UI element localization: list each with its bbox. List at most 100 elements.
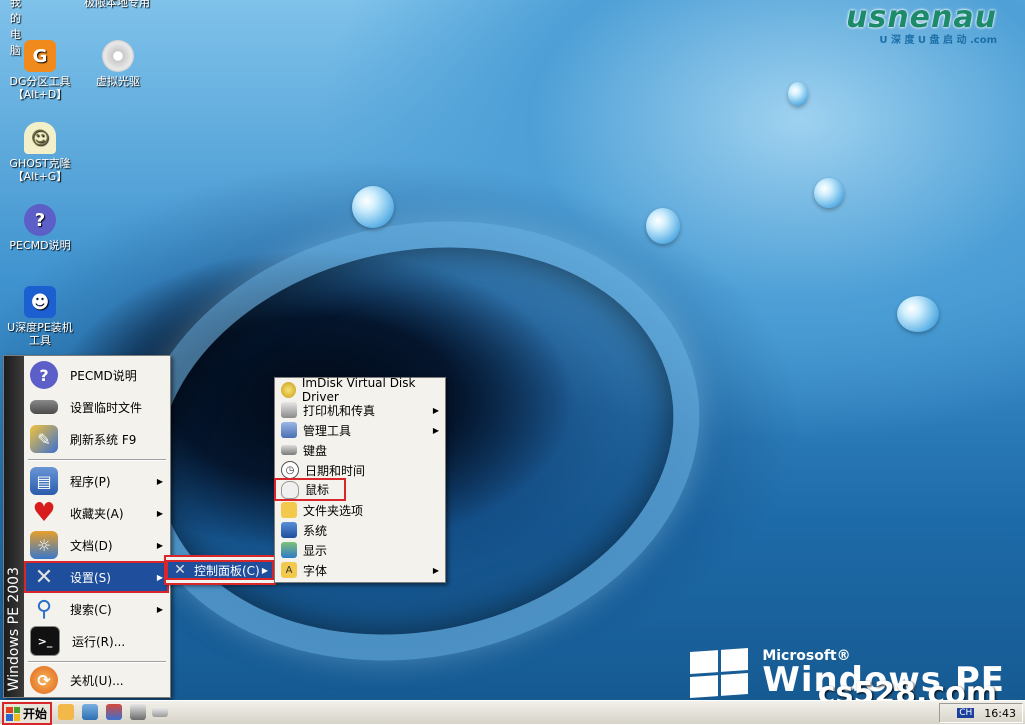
submenu-item-control-panel[interactable]: ✕ 控制面板(C) ▶	[166, 560, 274, 580]
desktop-icon-installer[interactable]: ☻ U深度PE装机 工具	[0, 286, 80, 347]
start-menu-item-label: 刷新系统 F9	[70, 432, 137, 447]
start-menu-item-documents[interactable]: ☼ 文档(D) ▶	[24, 530, 169, 560]
submenu-arrow-icon: ▶	[156, 604, 163, 614]
menu-separator	[28, 661, 166, 663]
desktop-icon-label: GHOST克隆	[9, 157, 71, 170]
desktop-icon-label: DG分区工具	[9, 75, 71, 88]
cp-item-label: 管理工具	[303, 423, 352, 438]
documents-icon: ☼	[30, 531, 58, 559]
tools-icon[interactable]	[106, 704, 122, 720]
printer-icon[interactable]	[130, 704, 146, 720]
local-tool-label[interactable]: 极限本地专用	[84, 0, 150, 10]
cp-item-keyboard[interactable]: 键盘	[275, 440, 445, 460]
admin-tools-icon	[281, 422, 297, 438]
desktop-icon-virtual-cd[interactable]: 虚拟光驱	[78, 40, 158, 88]
start-button[interactable]: 开始	[2, 702, 52, 725]
cp-item-label: 日期和时间	[305, 463, 366, 478]
cp-item-date-time[interactable]: ◷ 日期和时间	[275, 460, 445, 480]
clock-icon: ◷	[281, 461, 299, 479]
cp-item-fonts[interactable]: A 字体 ▶	[275, 560, 445, 580]
help-icon: ?	[30, 361, 58, 389]
cp-item-mouse[interactable]: 鼠标	[274, 478, 346, 501]
cp-item-label: 系统	[303, 523, 328, 538]
cp-item-label: 鼠标	[305, 483, 330, 497]
submenu-arrow-icon: ▶	[432, 405, 439, 415]
start-menu-item-settings[interactable]: ✕ 设置(S) ▶	[24, 561, 169, 593]
start-menu-item-temp-files[interactable]: 设置临时文件	[24, 392, 169, 422]
start-menu-item-label: 文档(D)	[70, 538, 113, 553]
clock[interactable]: 16:43	[984, 707, 1016, 720]
settings-submenu: ✕ 控制面板(C) ▶	[164, 555, 276, 585]
ghost-icon: ☺	[24, 122, 56, 154]
start-menu-item-refresh[interactable]: ✎ 刷新系统 F9	[24, 424, 169, 454]
cp-item-printers[interactable]: 打印机和传真 ▶	[275, 400, 445, 420]
cp-item-label: 文件夹选项	[303, 503, 364, 518]
desktop-icon-label: 【Alt+D】	[12, 88, 68, 101]
memory-chip-icon	[30, 400, 58, 414]
brand-logo-text: usnenau	[846, 0, 997, 35]
folder-icon[interactable]	[58, 704, 74, 720]
submenu-arrow-icon: ▶	[261, 565, 268, 575]
cp-item-imdisk[interactable]: ImDisk Virtual Disk Driver	[275, 376, 445, 404]
programs-icon: ▤	[30, 467, 58, 495]
water-drop	[352, 186, 394, 228]
desktop-icon-label: PECMD说明	[9, 239, 71, 252]
cp-item-label: 显示	[303, 543, 328, 558]
menu-separator	[28, 459, 166, 461]
fonts-folder-icon: A	[281, 562, 297, 578]
taskbar: 开始 CH 16:43	[0, 700, 1025, 725]
desktop-icon-label: U深度PE装机	[7, 321, 73, 334]
start-menu-item-favorites[interactable]: ♥ 收藏夹(A) ▶	[24, 498, 169, 528]
desktop-icon-dg-partition[interactable]: G DG分区工具 【Alt+D】	[0, 40, 80, 101]
submenu-arrow-icon: ▶	[432, 425, 439, 435]
desktop-icon-label: 【Alt+G】	[12, 170, 68, 183]
start-menu: Windows PE 2003 ? PECMD说明 设置临时文件 ✎ 刷新系统 …	[3, 355, 171, 698]
watermark: cs528.com	[817, 676, 997, 700]
cp-item-system[interactable]: 系统	[275, 520, 445, 540]
windows-flag-icon	[690, 647, 749, 699]
submenu-arrow-icon: ▶	[156, 540, 163, 550]
submenu-item-label: 控制面板(C)	[194, 563, 260, 578]
eraser-icon[interactable]	[152, 707, 168, 717]
refresh-brush-icon: ✎	[30, 425, 58, 453]
control-panel-tools-icon: ✕	[174, 562, 186, 578]
water-drop	[788, 82, 808, 106]
shutdown-icon: ⟳	[30, 666, 58, 694]
water-drop	[646, 208, 680, 244]
language-indicator[interactable]: CH	[957, 708, 975, 718]
partition-icon: G	[24, 40, 56, 72]
cp-item-label: 打印机和传真	[303, 403, 376, 418]
start-menu-item-shutdown[interactable]: ⟳ 关机(U)...	[24, 665, 169, 695]
folder-options-icon	[281, 502, 297, 518]
start-menu-item-label: 关机(U)...	[70, 673, 124, 688]
search-icon: ⚲	[35, 596, 53, 622]
start-menu-item-label: 设置临时文件	[70, 400, 143, 415]
cp-item-display[interactable]: 显示	[275, 540, 445, 560]
desktop-icon-label: 虚拟光驱	[96, 75, 140, 88]
desktop-icon-ghost[interactable]: ☺ GHOST克隆 【Alt+G】	[0, 122, 80, 183]
mouse-icon	[281, 480, 299, 499]
start-menu-item-run[interactable]: >_ 运行(R)...	[24, 626, 169, 656]
cp-item-folder-options[interactable]: 文件夹选项	[275, 500, 445, 520]
help-icon: ?	[24, 204, 56, 236]
installer-icon: ☻	[24, 286, 56, 318]
desktop-icon-pecmd-help[interactable]: ? PECMD说明	[0, 204, 80, 252]
water-drop	[814, 178, 844, 208]
imdisk-icon	[281, 382, 296, 398]
cp-item-label: 字体	[303, 563, 328, 578]
start-menu-item-search[interactable]: ⚲ 搜索(C) ▶	[24, 594, 169, 624]
start-menu-item-label: 设置(S)	[70, 570, 111, 585]
virtual-cd-icon	[102, 40, 134, 72]
submenu-arrow-icon: ▶	[156, 572, 163, 582]
cp-item-admin-tools[interactable]: 管理工具 ▶	[275, 420, 445, 440]
start-menu-item-label: 搜索(C)	[70, 602, 112, 617]
brand-logo: usnenau U 深 度 U 盘 启 动 .com	[846, 0, 997, 46]
start-menu-sidebar: Windows PE 2003	[4, 356, 24, 697]
start-menu-item-programs[interactable]: ▤ 程序(P) ▶	[24, 466, 169, 496]
printer-icon	[281, 402, 297, 418]
image-icon[interactable]	[82, 704, 98, 720]
start-menu-item-label: PECMD说明	[70, 368, 137, 383]
start-menu-item-pecmd-help[interactable]: ? PECMD说明	[24, 360, 169, 390]
start-button-label: 开始	[23, 707, 48, 721]
submenu-arrow-icon: ▶	[432, 565, 439, 575]
